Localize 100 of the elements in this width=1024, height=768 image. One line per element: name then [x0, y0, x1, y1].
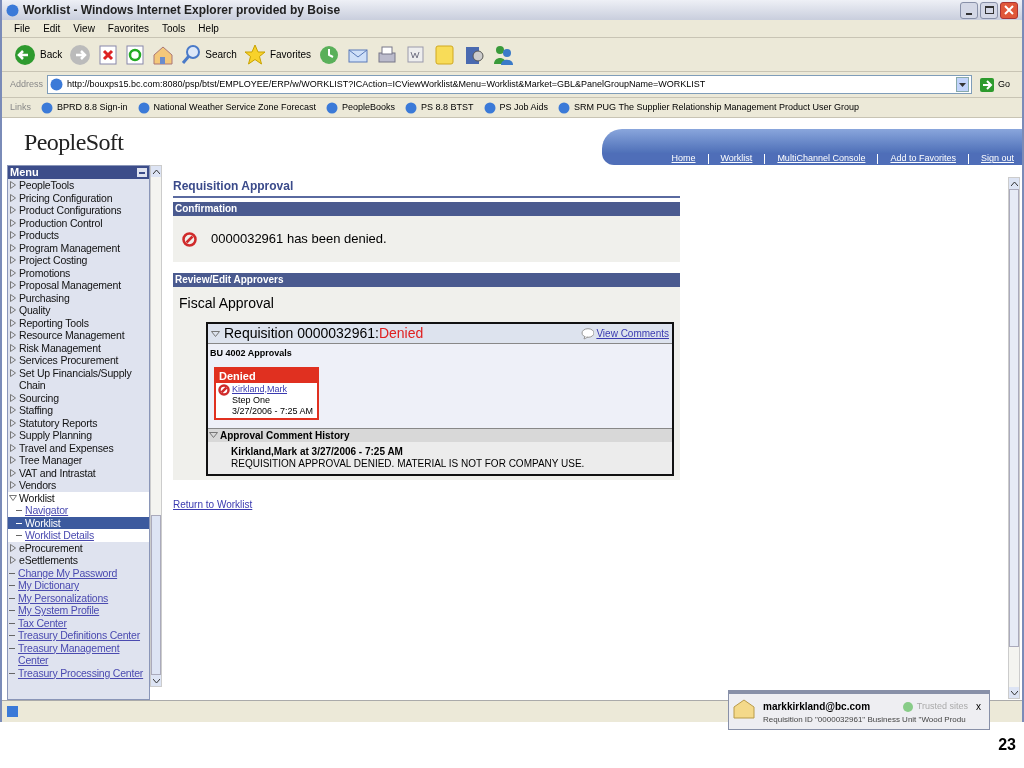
menu-item[interactable]: eProcurement — [19, 541, 83, 554]
collapse-icon[interactable] — [137, 168, 147, 177]
link-item[interactable]: PS 8.8 BTST — [405, 100, 474, 115]
menu-scrollbar[interactable] — [150, 165, 162, 687]
collapsed-triangle-icon[interactable] — [9, 218, 17, 227]
link-item[interactable]: National Weather Service Zone Forecast — [137, 100, 316, 115]
menu-item[interactable]: Reporting Tools — [19, 316, 89, 329]
nav-link[interactable]: Add to Favorites — [890, 152, 956, 166]
expanded-triangle-icon[interactable] — [9, 493, 17, 502]
expanded-triangle-icon[interactable] — [209, 431, 218, 439]
menu-item[interactable]: Project Costing — [19, 254, 88, 267]
menu-link[interactable]: My Dictionary — [8, 579, 149, 592]
menu-item[interactable]: Help — [198, 21, 219, 36]
collapsed-triangle-icon[interactable] — [9, 318, 17, 327]
menu-item[interactable]: PeopleTools — [19, 179, 74, 192]
menu-item[interactable]: Edit — [43, 21, 61, 36]
menu-item[interactable]: Travel and Expenses — [19, 441, 114, 454]
menu-item[interactable]: Proposal Management — [19, 279, 121, 292]
collapsed-triangle-icon[interactable] — [9, 281, 17, 289]
menu-item[interactable]: Program Management — [19, 241, 120, 254]
collapsed-triangle-icon[interactable] — [9, 306, 17, 314]
link-item[interactable]: BPRD 8.8 Sign-in — [41, 100, 128, 115]
collapsed-triangle-icon[interactable] — [9, 206, 17, 214]
expanded-triangle-icon[interactable] — [211, 329, 220, 338]
menu-item[interactable]: eSettlements — [19, 554, 78, 567]
menu-link[interactable]: My System Profile — [8, 604, 149, 617]
collapsed-triangle-icon[interactable] — [9, 356, 17, 364]
maximize-button[interactable] — [980, 1, 998, 19]
scroll-up-icon[interactable] — [1009, 178, 1019, 189]
link-item[interactable]: SRM PUG The Supplier Relationship Management Product User Group — [558, 100, 860, 115]
scroll-down-icon[interactable] — [1009, 687, 1019, 698]
nav-link[interactable]: MultiChannel Console — [777, 152, 866, 166]
menu-item[interactable]: Products — [19, 229, 59, 242]
menu-item[interactable]: View — [73, 21, 95, 36]
collapsed-triangle-icon[interactable] — [9, 231, 17, 239]
collapsed-triangle-icon[interactable] — [9, 431, 17, 439]
collapsed-triangle-icon[interactable] — [9, 293, 17, 302]
scroll-thumb[interactable] — [151, 515, 161, 675]
collapsed-triangle-icon[interactable] — [9, 193, 17, 202]
menu-link[interactable]: Change My Password — [8, 566, 149, 579]
view-comments-link[interactable]: View Comments — [581, 326, 669, 341]
collapsed-triangle-icon[interactable] — [9, 393, 17, 402]
nav-link[interactable]: Sign out — [980, 152, 1014, 166]
search-button[interactable]: Search — [181, 43, 237, 66]
return-link[interactable]: Return to Worklist — [173, 496, 253, 512]
refresh-button[interactable] — [125, 43, 146, 66]
menu-link[interactable]: My Personalizations — [8, 591, 149, 604]
go-button[interactable]: Go — [976, 77, 1014, 92]
dropdown-icon[interactable] — [956, 77, 969, 92]
favorites-button[interactable]: Favorites — [243, 43, 312, 66]
menu-link[interactable]: Treasury Definitions Center — [8, 629, 149, 642]
menu-item[interactable]: Supply Planning — [19, 429, 92, 442]
collapsed-triangle-icon[interactable] — [9, 343, 17, 352]
collapsed-triangle-icon[interactable] — [9, 181, 17, 189]
print-button[interactable] — [376, 43, 399, 66]
menu-link[interactable]: Navigator — [8, 504, 149, 517]
menu-item[interactable]: Quality — [19, 304, 51, 317]
messenger-button[interactable] — [492, 43, 515, 66]
menu-item[interactable]: Tree Manager — [19, 454, 83, 467]
menu-item[interactable]: Tools — [162, 21, 186, 36]
collapsed-triangle-icon[interactable] — [9, 256, 17, 264]
history-button[interactable] — [318, 43, 341, 66]
collapsed-triangle-icon[interactable] — [9, 468, 17, 477]
menu-item[interactable]: Set Up Financials/Supply Chain — [19, 366, 149, 392]
nav-link[interactable]: Worklist — [720, 152, 753, 166]
forward-button[interactable] — [69, 43, 92, 66]
stop-button[interactable] — [98, 43, 119, 66]
menu-item[interactable]: VAT and Intrastat — [19, 466, 96, 479]
minimize-button[interactable] — [960, 1, 978, 19]
approver-link[interactable]: Kirkland,Mark — [232, 383, 314, 395]
menu-item[interactable]: Statutory Reports — [19, 416, 98, 429]
scroll-thumb[interactable] — [1009, 189, 1019, 647]
collapsed-triangle-icon[interactable] — [9, 406, 17, 414]
collapsed-triangle-icon[interactable] — [9, 368, 17, 377]
nav-link[interactable]: Home — [671, 152, 696, 166]
collapsed-triangle-icon[interactable] — [9, 443, 17, 452]
back-button[interactable]: Back — [14, 43, 63, 66]
menu-item[interactable]: Favorites — [107, 21, 149, 36]
link-item[interactable]: PeopleBooks — [326, 100, 396, 115]
collapsed-triangle-icon[interactable] — [9, 543, 17, 552]
menu-item[interactable]: Resource Management — [19, 329, 125, 342]
menu-link[interactable]: Tax Center — [8, 616, 149, 629]
menu-link[interactable]: Treasury Management Center — [8, 641, 149, 667]
scroll-down-icon[interactable] — [151, 675, 161, 686]
page-scrollbar[interactable] — [1008, 177, 1020, 699]
close-button[interactable]: x — [972, 699, 985, 714]
collapsed-triangle-icon[interactable] — [9, 331, 17, 339]
menu-item[interactable]: Production Control — [19, 216, 103, 229]
address-field[interactable]: http://bouxps15.bc.com:8080/psp/btst/EMPLOYEE/ERP/w/WORKLIST?ICAction=ICViewWorklist&Menu=Worklist&Market=GBL&PanelGroupName=WORKLIST — [47, 75, 972, 94]
menu-item[interactable]: Product Configurations — [19, 204, 122, 217]
close-button[interactable] — [1000, 1, 1018, 19]
menu-item[interactable]: Risk Management — [19, 341, 101, 354]
collapsed-triangle-icon[interactable] — [9, 418, 17, 427]
menu-item[interactable]: Purchasing — [19, 291, 70, 304]
collapsed-triangle-icon[interactable] — [9, 556, 17, 564]
menu-item[interactable]: Services Procurement — [19, 354, 119, 367]
menu-item[interactable]: Sourcing — [19, 391, 59, 404]
menu-link[interactable]: Treasury Processing Center — [8, 666, 149, 679]
menu-item[interactable]: Staffing — [19, 404, 53, 417]
collapsed-triangle-icon[interactable] — [9, 243, 17, 252]
